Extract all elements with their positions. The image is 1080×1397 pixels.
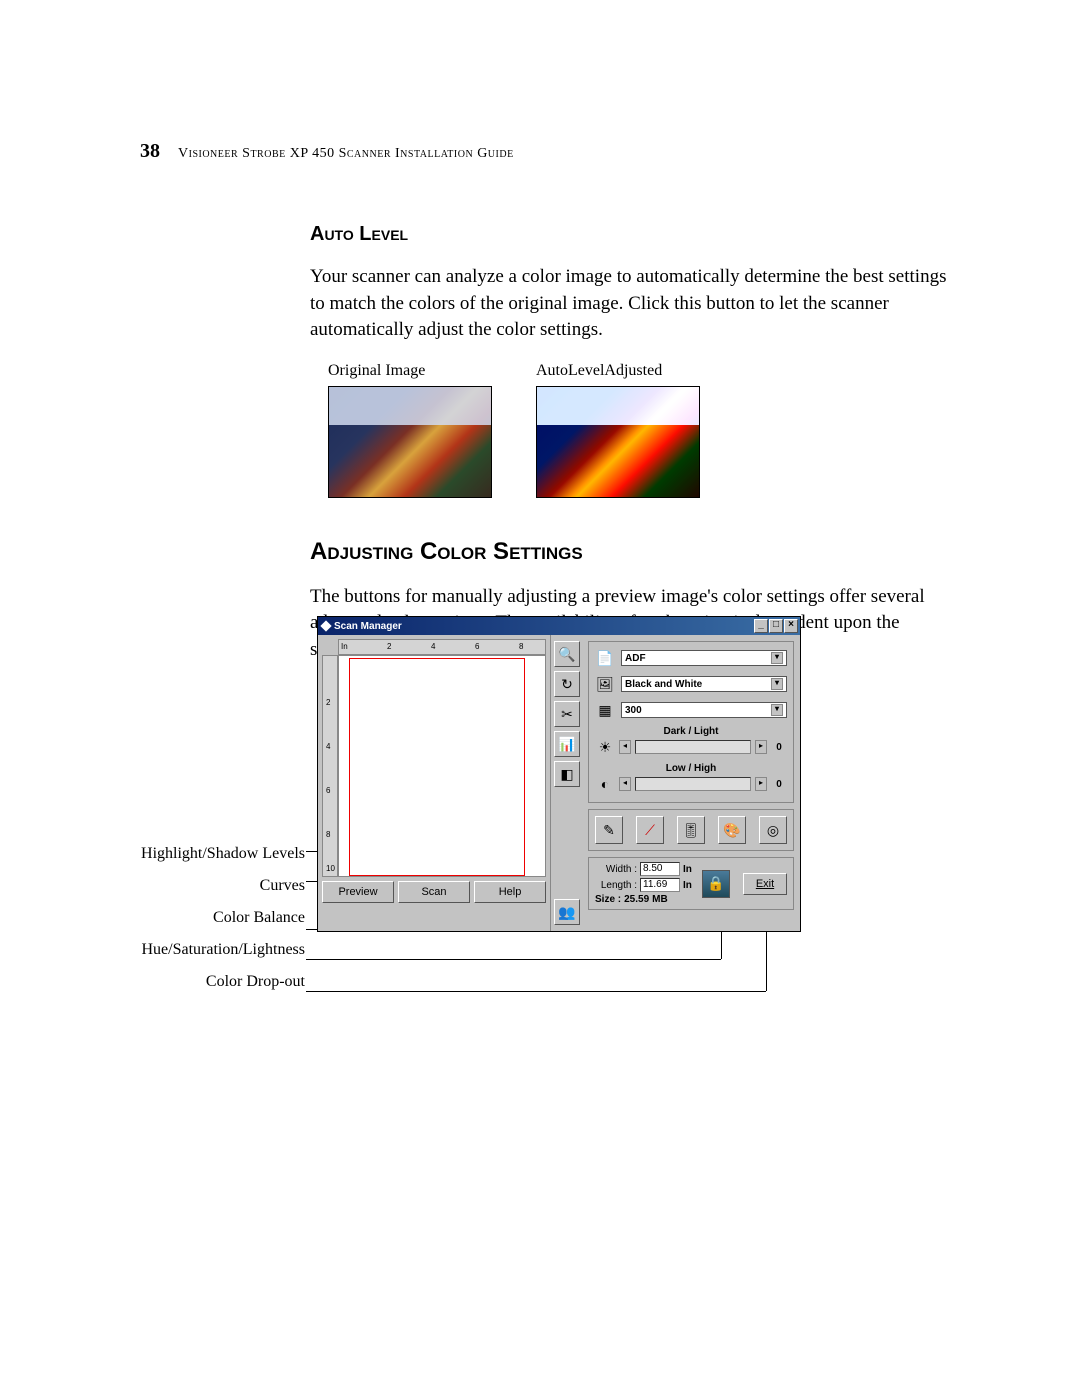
maximize-button[interactable]: □ [769, 619, 783, 633]
eraser-tool-icon[interactable]: ◧ [554, 761, 580, 787]
callout-hue-saturation: Hue/Saturation/Lightness [140, 941, 305, 959]
scan-manager-window: Scan Manager _ □ × In 2 4 6 8 [317, 616, 801, 932]
body-auto-level: Your scanner can analyze a color image t… [310, 264, 950, 344]
sample-image-original [328, 386, 492, 498]
size-label: Size : [595, 894, 621, 905]
color-dropout-button[interactable]: ◎ [759, 816, 787, 844]
minimize-button[interactable]: _ [754, 619, 768, 633]
ruler-vertical: 2 4 6 8 10 [322, 655, 338, 877]
app-icon [320, 620, 331, 631]
tool-column: 🔍 ↻ ✂ 📊 ◧ 👥 [550, 635, 582, 931]
width-value[interactable]: 8.50 [640, 862, 680, 876]
resolution-icon: ▦ [595, 700, 615, 720]
image-type-icon: 🖼 [595, 674, 615, 694]
hue-saturation-button[interactable]: 🎨 [718, 816, 746, 844]
feeder-dropdown[interactable]: ADF▾ [621, 650, 787, 666]
ruler-horizontal: In 2 4 6 8 [338, 639, 546, 655]
brightness-slider[interactable] [635, 740, 751, 754]
contrast-dec[interactable]: ◂ [619, 777, 631, 791]
feeder-icon: 📄 [595, 648, 615, 668]
callout-curves: Curves [140, 877, 305, 895]
zoom-tool-icon[interactable]: 🔍 [554, 641, 580, 667]
length-unit: In [683, 880, 692, 891]
highlight-shadow-button[interactable]: ✎ [595, 816, 623, 844]
heading-auto-level: Auto Level [310, 223, 950, 246]
leader-hue-saturation [306, 959, 721, 960]
preview-area[interactable] [338, 655, 546, 877]
callout-highlight-shadow: Highlight/Shadow Levels [140, 845, 305, 863]
contrast-value: 0 [771, 779, 787, 790]
selection-rect[interactable] [349, 658, 525, 876]
dimensions-group: Width : 8.50 In Length : 11.69 In Size :… [588, 857, 794, 910]
leader-color-dropout [306, 991, 766, 992]
caption-original: Original Image [328, 362, 492, 380]
portrait-tool-icon[interactable]: 👥 [554, 899, 580, 925]
help-button[interactable]: Help [474, 881, 546, 903]
close-button[interactable]: × [784, 619, 798, 633]
size-unit: MB [652, 894, 668, 905]
page-number: 38 [140, 140, 160, 163]
image-type-dropdown[interactable]: Black and White▾ [621, 676, 787, 692]
running-head: Visioneer Strobe XP 450 Scanner Installa… [178, 146, 514, 162]
brightness-icon: ☀ [595, 737, 615, 757]
heading-adjusting-color: Adjusting Color Settings [310, 538, 950, 566]
crop-tool-icon[interactable]: ✂ [554, 701, 580, 727]
scan-button[interactable]: Scan [398, 881, 470, 903]
brightness-value: 0 [771, 742, 787, 753]
size-value: 25.59 [624, 894, 649, 905]
color-buttons-row: ✎ ⟋ 🎚 🎨 ◎ [588, 809, 794, 851]
brightness-label: Dark / Light [595, 726, 787, 737]
callout-color-balance: Color Balance [140, 909, 305, 927]
contrast-icon: ◐ [595, 774, 615, 794]
contrast-label: Low / High [595, 763, 787, 774]
brightness-dec[interactable]: ◂ [619, 740, 631, 754]
curves-button[interactable]: ⟋ [636, 816, 664, 844]
rotate-tool-icon[interactable]: ↻ [554, 671, 580, 697]
exit-button[interactable]: Exit [743, 873, 787, 895]
window-title: Scan Manager [334, 621, 402, 632]
width-unit: In [683, 864, 692, 875]
callout-color-dropout: Color Drop-out [140, 973, 305, 991]
brightness-inc[interactable]: ▸ [755, 740, 767, 754]
length-label: Length : [595, 880, 637, 891]
contrast-inc[interactable]: ▸ [755, 777, 767, 791]
preview-button[interactable]: Preview [322, 881, 394, 903]
levels-tool-icon[interactable]: 📊 [554, 731, 580, 757]
caption-adjusted: AutoLevelAdjusted [536, 362, 700, 380]
titlebar[interactable]: Scan Manager _ □ × [318, 617, 800, 635]
scan-settings-group: 📄 ADF▾ 🖼 Black and White▾ ▦ [588, 641, 794, 803]
lock-aspect-button[interactable]: 🔒 [702, 870, 730, 898]
sample-image-adjusted [536, 386, 700, 498]
resolution-dropdown[interactable]: 300▾ [621, 702, 787, 718]
width-label: Width : [595, 864, 637, 875]
contrast-slider[interactable] [635, 777, 751, 791]
color-balance-button[interactable]: 🎚 [677, 816, 705, 844]
length-value[interactable]: 11.69 [640, 878, 680, 892]
